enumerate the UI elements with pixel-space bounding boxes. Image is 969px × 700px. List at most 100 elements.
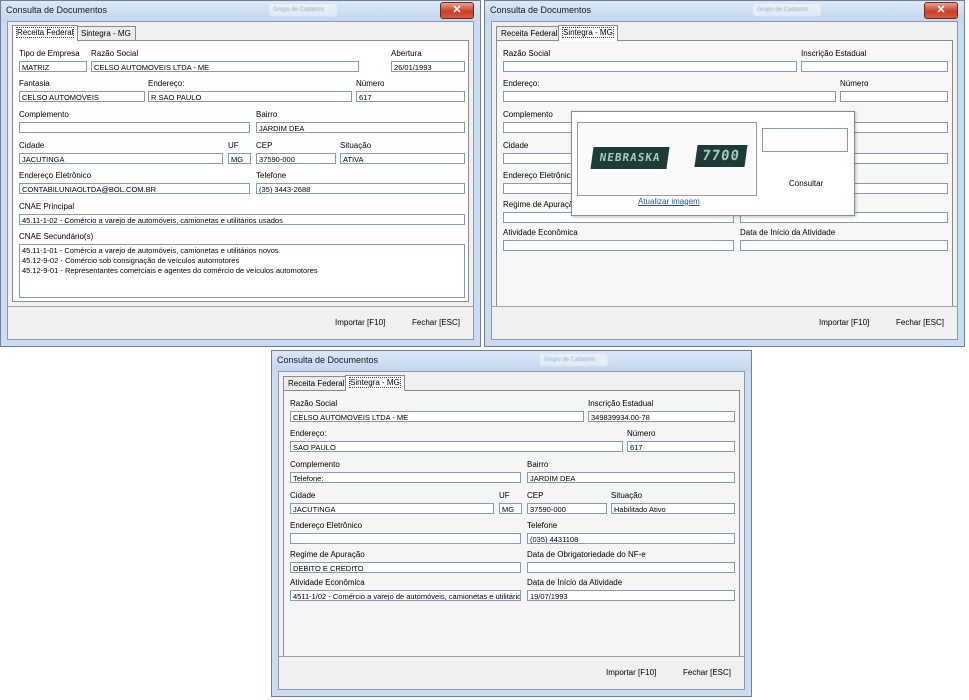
- atividade-field[interactable]: [503, 240, 734, 251]
- inscricao-estadual-field[interactable]: 349839934.00-78: [588, 411, 735, 422]
- background-tab-blurred: Grupo de Cadastro: [540, 354, 608, 366]
- tab-sintegra-mg[interactable]: Sintegra - MG: [558, 25, 618, 41]
- fechar-button[interactable]: Fechar [ESC]: [683, 668, 731, 677]
- title-bar[interactable]: Consulta de Documentos Grupo de Cadastro…: [1, 1, 480, 21]
- regime-field[interactable]: DEBITO E CREDITO: [290, 562, 521, 573]
- background-tab-blurred: Grupo de Cadastro: [753, 4, 821, 16]
- cep-field[interactable]: 37590-000: [256, 153, 336, 164]
- tab-panel: Tipo de Empresa MATRIZ Razão Social CELS…: [12, 40, 469, 302]
- tab-receita-federal[interactable]: Receita Federal: [12, 25, 79, 41]
- tab-sintegra-mg[interactable]: Sintegra - MG: [76, 26, 136, 41]
- tab-receita-federal[interactable]: Receita Federal: [496, 26, 563, 41]
- cnae-secundario-memo[interactable]: 45.11-1-01 - Comércio a varejo de automó…: [19, 244, 465, 298]
- fechar-button[interactable]: Fechar [ESC]: [412, 318, 460, 327]
- importar-button[interactable]: Importar [F10]: [819, 318, 869, 327]
- cidade-field[interactable]: JACUTINGA: [19, 153, 223, 164]
- background-tab-blurred: Grupo de Cadastro: [269, 4, 337, 16]
- cidade-label: Cidade: [503, 141, 529, 150]
- uf-label: UF: [499, 491, 510, 500]
- importar-button[interactable]: Importar [F10]: [606, 668, 656, 677]
- close-button[interactable]: ✕: [440, 2, 474, 19]
- tipo-empresa-label: Tipo de Empresa: [19, 49, 80, 58]
- uf-field[interactable]: MG: [499, 503, 522, 514]
- window-title: Consulta de Documentos: [6, 5, 108, 15]
- numero-label: Número: [356, 79, 385, 88]
- data-obrigatoriedade-field[interactable]: [527, 562, 735, 573]
- razao-social-field[interactable]: [503, 61, 797, 72]
- tab-receita-federal[interactable]: Receita Federal: [283, 376, 350, 391]
- razao-social-field[interactable]: CELSO AUTOMOVEIS LTDA - ME: [290, 411, 584, 422]
- situacao-field[interactable]: Habilitado Ativo: [611, 503, 735, 514]
- data-inicio-field[interactable]: [740, 240, 948, 251]
- fechar-button[interactable]: Fechar [ESC]: [896, 318, 944, 327]
- inscricao-estadual-label: Inscrição Estadual: [588, 399, 654, 408]
- refresh-image-link[interactable]: Atualizar imagem: [638, 197, 700, 206]
- data-inicio-field[interactable]: 19/07/1993: [527, 590, 735, 601]
- cep-label: CEP: [527, 491, 544, 500]
- uf-field[interactable]: MG: [228, 153, 251, 164]
- cnae-principal-label: CNAE Principal: [19, 202, 75, 211]
- atividade-field[interactable]: 4511-1/02 - Comércio a varejo de automóv…: [290, 590, 521, 601]
- inscricao-estadual-field[interactable]: [801, 61, 948, 72]
- list-item: 45.12-9-02 - Comércio sob consignação de…: [22, 256, 240, 265]
- window-sintegra-captcha: Consulta de Documentos Grupo de Cadastro…: [484, 0, 965, 347]
- consultar-button[interactable]: Consultar: [789, 179, 823, 188]
- situacao-field[interactable]: ATIVA: [340, 153, 465, 164]
- data-inicio-label: Data de Início da Atividade: [527, 578, 623, 587]
- fantasia-field[interactable]: CELSO AUTOMOVEIS: [19, 91, 145, 102]
- captcha-word: NEBRASKA: [590, 147, 670, 169]
- button-bar: Importar [F10] Fechar [ESC]: [279, 656, 744, 689]
- endereco-field[interactable]: R SAO PAULO: [148, 91, 352, 102]
- window-title: Consulta de Documentos: [277, 355, 379, 365]
- telefone-field[interactable]: (35) 3443-2688: [256, 183, 465, 194]
- cep-field[interactable]: 37590-000: [527, 503, 607, 514]
- cnae-principal-field[interactable]: 45.11-1-02 - Comércio a varejo de automó…: [19, 214, 465, 225]
- complemento-label: Complemento: [503, 110, 553, 119]
- email-field[interactable]: CONTABILUNIAOLTDA@BOL.COM.BR: [19, 183, 250, 194]
- title-bar[interactable]: Consulta de Documentos Grupo de Cadastro…: [485, 1, 964, 21]
- abertura-field[interactable]: 26/01/1993: [391, 61, 465, 72]
- endereco-label: Endereço:: [148, 79, 185, 88]
- cidade-label: Cidade: [290, 491, 316, 500]
- cep-label: CEP: [256, 141, 273, 150]
- numero-field[interactable]: 617: [356, 91, 465, 102]
- tab-sintegra-mg[interactable]: Sintegra - MG: [345, 375, 405, 391]
- captcha-image: NEBRASKA 7700: [577, 122, 757, 196]
- razao-social-field[interactable]: CELSO AUTOMOVEIS LTDA - ME: [91, 61, 359, 72]
- button-bar: Importar [F10] Fechar [ESC]: [492, 306, 957, 339]
- bairro-label: Bairro: [527, 460, 549, 469]
- numero-field[interactable]: [840, 91, 948, 102]
- complemento-field[interactable]: Telefone:: [290, 472, 521, 483]
- dialog-client: Receita Federal Sintegra - MG Razão Soci…: [491, 21, 958, 340]
- endereco-field[interactable]: [503, 91, 836, 102]
- bairro-field[interactable]: JARDIM DEA: [527, 472, 735, 483]
- numero-label: Número: [627, 429, 656, 438]
- dialog-client: Receita Federal Sintegra - MG Razão Soci…: [278, 371, 745, 690]
- data-inicio-label: Data de Início da Atividade: [740, 228, 836, 237]
- close-button[interactable]: ✕: [924, 2, 958, 19]
- window-title: Consulta de Documentos: [490, 5, 592, 15]
- tipo-empresa-field[interactable]: MATRIZ: [19, 61, 87, 72]
- email-field[interactable]: [290, 533, 521, 544]
- cidade-field[interactable]: JACUTINGA: [290, 503, 494, 514]
- regime-label: Regime de Apuração: [290, 550, 365, 559]
- abertura-label: Abertura: [391, 49, 422, 58]
- button-bar: Importar [F10] Fechar [ESC]: [8, 306, 473, 339]
- numero-field[interactable]: 617: [627, 441, 735, 452]
- regime-label: Regime de Apuração: [503, 200, 578, 209]
- data-obrigatoriedade-label: Data de Obrigatoriedade do NF-e: [527, 550, 646, 559]
- situacao-label: Situação: [611, 491, 643, 500]
- cnae-secundario-label: CNAE Secundário(s): [19, 232, 94, 241]
- complemento-field[interactable]: [19, 122, 250, 133]
- bairro-field[interactable]: JARDIM DEA: [256, 122, 465, 133]
- title-bar[interactable]: Consulta de Documentos Grupo de Cadastro: [272, 351, 751, 371]
- importar-button[interactable]: Importar [F10]: [335, 318, 385, 327]
- telefone-field[interactable]: (035) 4431108: [527, 533, 735, 544]
- captcha-input[interactable]: [762, 128, 848, 152]
- captcha-popup: NEBRASKA 7700 Atualizar imagem Consultar: [571, 111, 855, 216]
- endereco-label: Endereço:: [290, 429, 327, 438]
- endereco-field[interactable]: SAO PAULO: [290, 441, 623, 452]
- fantasia-label: Fantasia: [19, 79, 50, 88]
- list-item: 45.11-1-01 - Comércio a varejo de automó…: [22, 246, 279, 255]
- telefone-label: Telefone: [527, 521, 558, 530]
